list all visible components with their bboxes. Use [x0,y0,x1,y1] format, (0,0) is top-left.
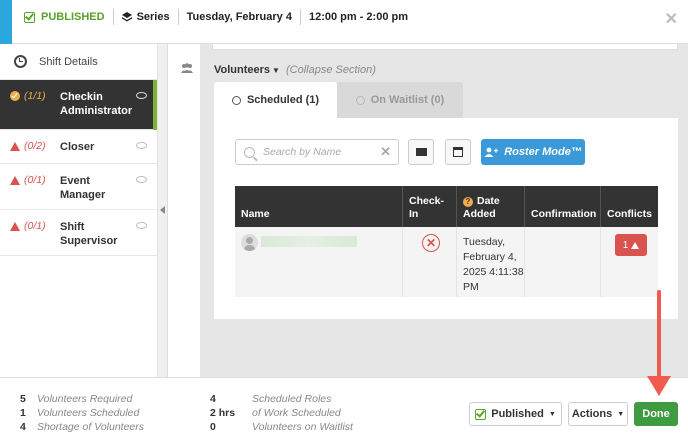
role-name: Shift Supervisor [60,221,118,247]
cell-check-in: ✕ [403,227,457,297]
eye-icon[interactable] [136,142,147,149]
section-top-strip [212,44,678,50]
caret-down-icon: ▼ [272,66,280,75]
series-label: Series [136,11,170,23]
roster-mode-button[interactable]: Roster Mode™ [481,139,585,165]
annotation-arrow-shaft [657,290,661,378]
check-circle-icon [10,91,20,101]
stat-scheduled-roles: 4 Scheduled Roles [210,393,332,405]
modal-header: PUBLISHED Series Tuesday, February 4 12:… [0,0,688,44]
eye-icon[interactable] [136,92,147,99]
done-button[interactable]: Done [634,402,678,426]
sidebar-role-closer[interactable]: (0/2) Closer [0,130,157,164]
col-name[interactable]: Name [235,186,403,227]
volunteers-title: Volunteers [214,64,271,76]
spinner-icon [355,95,365,105]
col-date-added[interactable]: ? Date Added [457,186,525,227]
avatar [241,234,258,251]
shift-date: Tuesday, February 4 [186,11,292,23]
users-icon [180,63,194,76]
times-circle-icon[interactable]: ✕ [422,234,440,252]
sidebar-role-shift-supervisor[interactable]: (0/1) Shift Supervisor [0,210,157,256]
role-count: (1/1) [24,90,46,102]
collapse-section-link[interactable]: (Collapse Section) [286,64,376,76]
check-square-icon [24,11,35,23]
role-count: (0/1) [24,174,46,186]
role-name: Checkin Administrator [60,91,133,117]
actions-dropdown-button[interactable]: Actions ▼ [568,402,628,426]
layers-icon [121,12,132,22]
redacted-name[interactable] [261,236,357,247]
clock-icon [231,95,241,105]
shift-time: 12:00 pm - 2:00 pm [308,11,408,23]
footer: 5 Volunteers Required 1 Volunteers Schedul… [0,377,688,448]
close-icon[interactable]: ✕ [665,9,678,29]
conflicts-button[interactable]: 1 [615,234,647,256]
annotation-arrow-head [647,376,671,396]
stat-volunteers-required: 5 Volunteers Required [20,393,133,405]
stat-shortage: 4 Shortage of Volunteers [20,421,145,433]
role-sidebar: Shift Details (1/1) Checkin Administrato… [0,44,158,377]
user-plus-icon [484,147,499,157]
conflict-count: 1 [622,239,629,251]
table-row: ✕ Tuesday, February 4, 2025 4:11:38 PM 1 [235,227,658,297]
published-dropdown-button[interactable]: Published ▼ [469,402,562,426]
tab-label: Scheduled (1) [246,94,320,106]
role-count: (0/1) [24,220,46,232]
role-count: (0/2) [24,140,46,152]
chevron-left-icon [160,206,165,214]
help-icon[interactable]: ? [463,197,473,207]
caret-down-icon: ▼ [548,410,556,418]
clock-icon [14,55,27,68]
published-status: PUBLISHED [24,11,105,23]
col-check-in[interactable]: Check-In [403,186,457,227]
cell-name [235,227,403,297]
search-icon [244,146,255,158]
shift-details-item[interactable]: Shift Details [0,44,157,80]
caret-down-icon: ▼ [617,410,625,418]
email-button[interactable] [408,139,434,165]
stat-volunteers-scheduled: 1 Volunteers Scheduled [20,407,140,419]
cell-date-added: Tuesday, February 4, 2025 4:11:38 PM [457,227,525,297]
series-indicator: Series [121,11,170,23]
calendar-button[interactable] [445,139,471,165]
table-header: Name Check-In ? Date Added Confirmation C… [235,186,658,227]
sidebar-collapse-handle[interactable] [158,44,168,377]
shift-details-label: Shift Details [39,55,98,68]
warning-icon [10,141,20,151]
cell-confirmation [525,227,601,297]
sidebar-role-checkin-administrator[interactable]: (1/1) Checkin Administrator [0,80,157,130]
volunteers-heading[interactable]: Volunteers ▼ (Collapse Section) [214,64,376,76]
roster-mode-label: Roster Mode™ [504,146,582,158]
clear-icon[interactable]: ✕ [380,144,391,160]
role-name: Event Manager [60,175,106,201]
col-confirmation[interactable]: Confirmation [525,186,601,227]
tab-on-waitlist[interactable]: On Waitlist (0) [337,82,463,118]
envelope-icon [415,148,427,156]
stat-work-scheduled: 2 hrs of Work Scheduled [210,407,341,419]
eye-icon[interactable] [136,222,147,229]
warning-icon [10,221,20,231]
search-field[interactable]: ✕ [235,139,399,165]
tab-scheduled[interactable]: Scheduled (1) [214,82,337,118]
sidebar-role-event-manager[interactable]: (0/1) Event Manager [0,164,157,210]
search-input[interactable] [263,146,373,158]
published-button-label: Published [491,408,544,420]
eye-icon[interactable] [136,176,147,183]
cell-conflicts: 1 [601,227,658,297]
stat-on-waitlist: 0 Volunteers on Waitlist [210,421,353,433]
calendar-check-icon [453,147,463,157]
col-conflicts[interactable]: Conflicts [601,186,658,227]
tab-label: On Waitlist (0) [370,94,445,106]
date-added-value: Tuesday, February 4, 2025 4:11:38 PM [463,236,524,293]
published-label: PUBLISHED [41,11,105,23]
role-name: Closer [60,141,95,153]
header-accent-bar [0,0,12,44]
check-square-icon [475,408,487,420]
warning-icon [10,175,20,185]
active-indicator [153,80,157,130]
warning-icon [631,241,640,249]
actions-button-label: Actions [571,408,613,420]
